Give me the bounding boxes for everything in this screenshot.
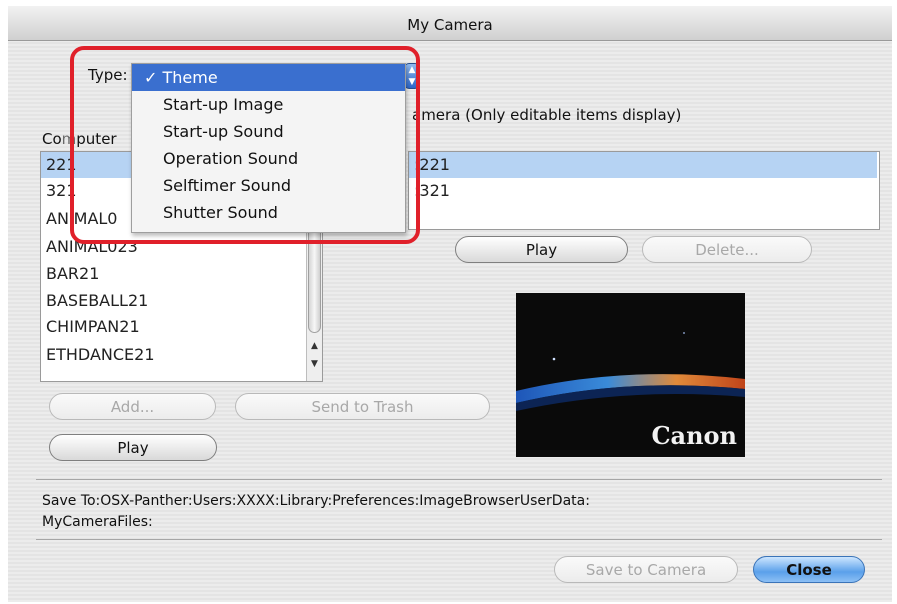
canon-logo: Canon [651, 421, 737, 450]
computer-play-button[interactable]: Play [49, 434, 217, 461]
save-to-path-continued: MyCameraFiles: [42, 514, 153, 530]
scroll-down-icon[interactable]: ▼ [307, 357, 322, 372]
annotation-highlight-box [70, 46, 420, 244]
title-bar[interactable]: My Camera [8, 6, 892, 41]
separator [36, 539, 882, 540]
send-to-trash-button[interactable]: Send to Trash [235, 393, 490, 420]
scroll-up-icon[interactable]: ▲ [307, 339, 322, 354]
save-to-camera-button[interactable]: Save to Camera [554, 556, 738, 583]
save-to-path: Save To:OSX-Panther:Users:XXXX:Library:P… [42, 493, 590, 509]
list-item[interactable]: BAR21 [41, 261, 307, 287]
delete-button[interactable]: Delete... [642, 236, 812, 263]
close-button[interactable]: Close [753, 556, 865, 583]
camera-label: amera (Only editable items display) [412, 106, 682, 124]
window-title: My Camera [407, 16, 493, 34]
camera-theme-preview: Canon [516, 293, 745, 457]
list-item[interactable]: :321 [409, 178, 877, 204]
list-item[interactable]: :221 [409, 152, 877, 178]
list-item[interactable]: CHIMPAN21 [41, 314, 307, 340]
my-camera-window: My Camera Type: amera (Only editable ite… [8, 6, 892, 602]
list-item[interactable]: ETHDANCE21 [41, 342, 307, 368]
camera-play-button[interactable]: Play [455, 236, 628, 263]
list-item[interactable]: BASEBALL21 [41, 288, 307, 314]
separator [36, 479, 882, 480]
camera-file-list[interactable]: :221 :321 [408, 151, 880, 230]
add-button[interactable]: Add... [49, 393, 216, 420]
